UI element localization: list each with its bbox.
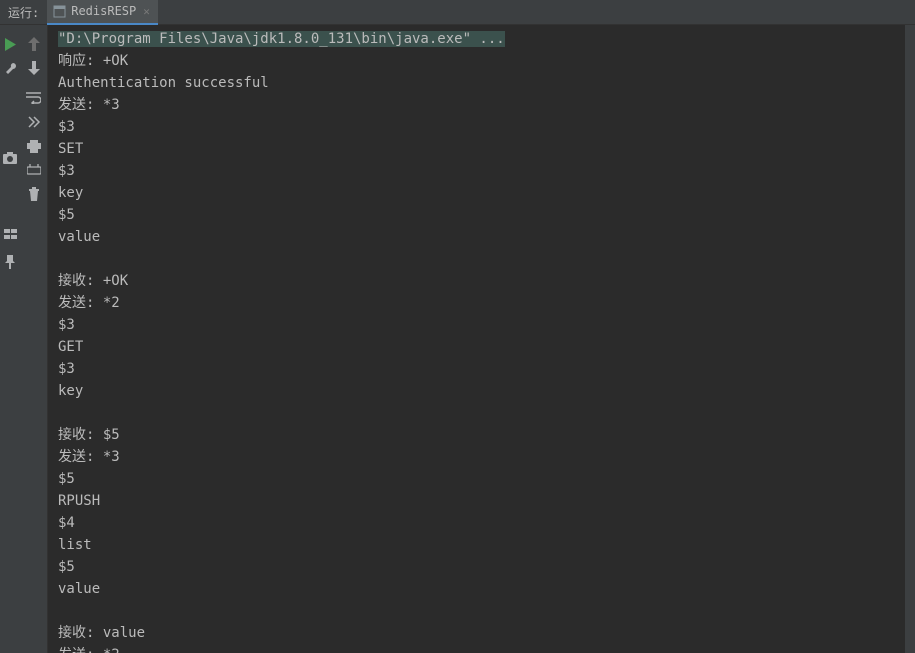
console-line: SET	[58, 138, 915, 160]
console-output[interactable]: "D:\Program Files\Java\jdk1.8.0_131\bin\…	[48, 25, 915, 653]
console-line: 接收: +OK	[58, 270, 915, 292]
console-line: 响应: +OK	[58, 50, 915, 72]
console-line: 接收: $5	[58, 424, 915, 446]
console-line: $4	[58, 512, 915, 534]
console-line: 发送: *3	[58, 446, 915, 468]
tab-label: RedisRESP	[71, 4, 136, 18]
run-icon[interactable]	[1, 33, 19, 55]
layout-icon[interactable]	[1, 223, 19, 245]
console-toolbar	[20, 25, 48, 653]
console-line: GET	[58, 336, 915, 358]
console-line: 接收: value	[58, 622, 915, 644]
up-arrow-icon[interactable]	[22, 33, 46, 55]
wrench-icon[interactable]	[1, 57, 19, 79]
console-line: list	[58, 534, 915, 556]
trash-icon[interactable]	[22, 183, 46, 205]
console-line: $5	[58, 204, 915, 226]
console-line: 发送: *2	[58, 644, 915, 653]
console-line: $3	[58, 314, 915, 336]
pin-icon[interactable]	[1, 251, 19, 273]
camera-icon[interactable]	[1, 147, 19, 169]
scroll-to-end-icon[interactable]	[22, 111, 46, 133]
console-line: $3	[58, 116, 915, 138]
left-gutter	[0, 25, 20, 653]
main-area: "D:\Program Files\Java\jdk1.8.0_131\bin\…	[0, 25, 915, 653]
down-arrow-icon[interactable]	[22, 57, 46, 79]
console-line	[58, 248, 915, 270]
app-icon	[53, 5, 66, 18]
console-line: 发送: *3	[58, 94, 915, 116]
console-line: $5	[58, 468, 915, 490]
console-line: $3	[58, 160, 915, 182]
console-line: $5	[58, 556, 915, 578]
debug-icon[interactable]	[22, 159, 46, 181]
console-line: 发送: *2	[58, 292, 915, 314]
console-line: value	[58, 578, 915, 600]
run-tab[interactable]: RedisRESP ✕	[47, 0, 158, 25]
console-line: Authentication successful	[58, 72, 915, 94]
print-icon[interactable]	[22, 135, 46, 157]
console-line: RPUSH	[58, 490, 915, 512]
console-line: key	[58, 380, 915, 402]
console-line: value	[58, 226, 915, 248]
console-line: key	[58, 182, 915, 204]
console-line: $3	[58, 358, 915, 380]
top-bar: 运行: RedisRESP ✕	[0, 0, 915, 25]
run-label: 运行:	[0, 4, 47, 21]
console-line	[58, 402, 915, 424]
console-line	[58, 600, 915, 622]
close-icon[interactable]: ✕	[141, 5, 152, 18]
command-line: "D:\Program Files\Java\jdk1.8.0_131\bin\…	[58, 28, 915, 50]
scrollbar[interactable]	[905, 25, 915, 653]
soft-wrap-icon[interactable]	[22, 87, 46, 109]
